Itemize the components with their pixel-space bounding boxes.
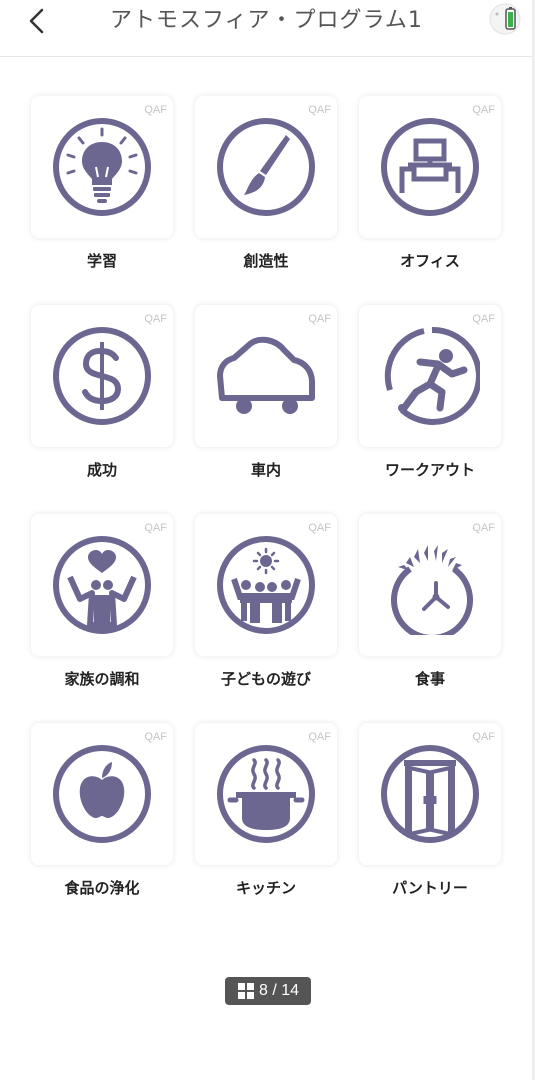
program-tile[interactable]: QAF: [31, 723, 173, 865]
cooking-pot-icon: [217, 745, 315, 843]
program-label: 学習: [86, 252, 117, 270]
program-car[interactable]: QAF 車内: [195, 305, 337, 514]
car-icon: [217, 336, 315, 414]
qaf-badge: QAF: [472, 731, 495, 743]
qaf-badge: QAF: [472, 313, 495, 325]
program-learning[interactable]: QAF 学習: [31, 96, 173, 305]
meal-icon: [391, 545, 473, 635]
program-tile[interactable]: QAF: [31, 305, 173, 447]
program-label: ワークアウト: [384, 461, 475, 479]
program-label: 創造性: [243, 252, 289, 270]
program-food-purification[interactable]: QAF 食品の浄化: [31, 723, 173, 932]
program-label: 食品の浄化: [64, 879, 140, 897]
app-header: アトモスフィア・プログラム1: [0, 0, 535, 57]
program-tile[interactable]: QAF: [31, 96, 173, 238]
program-creativity[interactable]: QAF 創造性: [195, 96, 337, 305]
qaf-badge: QAF: [308, 104, 331, 116]
qaf-badge: QAF: [144, 104, 167, 116]
program-grid: QAF 学習 QAF 創造性 QAF オフィス QAF 成功 QAF 車内 QA…: [31, 96, 501, 932]
program-children-play[interactable]: QAF 子どもの遊び: [195, 514, 337, 723]
program-label: 家族の調和: [64, 670, 140, 688]
program-label: パントリー: [392, 879, 468, 897]
children-sun-icon: [217, 536, 315, 634]
program-label: キッチン: [235, 879, 296, 897]
program-tile[interactable]: QAF: [31, 514, 173, 656]
lightbulb-icon: [53, 118, 151, 216]
qaf-badge: QAF: [472, 104, 495, 116]
page-indicator-text: 8 / 14: [258, 982, 300, 999]
qaf-badge: QAF: [308, 522, 331, 534]
family-heart-icon: [53, 536, 151, 634]
program-tile[interactable]: QAF: [359, 723, 501, 865]
program-meal[interactable]: QAF 食事: [359, 514, 501, 723]
program-kitchen[interactable]: QAF キッチン: [195, 723, 337, 932]
program-tile[interactable]: QAF: [359, 96, 501, 238]
apple-icon: [53, 745, 151, 843]
program-success[interactable]: QAF 成功: [31, 305, 173, 514]
program-office[interactable]: QAF オフィス: [359, 96, 501, 305]
program-tile[interactable]: QAF: [195, 96, 337, 238]
program-workout[interactable]: QAF ワークアウト: [359, 305, 501, 514]
qaf-badge: QAF: [308, 313, 331, 325]
paintbrush-icon: [217, 118, 315, 216]
program-label: オフィス: [400, 252, 460, 270]
qaf-badge: QAF: [144, 313, 167, 325]
page-indicator[interactable]: 8 / 14: [225, 977, 311, 1005]
program-tile[interactable]: QAF: [195, 514, 337, 656]
office-desk-icon: [381, 118, 479, 216]
running-person-icon: [384, 326, 480, 425]
program-label: 食事: [414, 670, 445, 688]
program-tile[interactable]: QAF: [195, 723, 337, 865]
program-pantry[interactable]: QAF パントリー: [359, 723, 501, 932]
program-label: 子どもの遊び: [220, 670, 311, 688]
program-family-harmony[interactable]: QAF 家族の調和: [31, 514, 173, 723]
chevron-left-icon[interactable]: [22, 6, 52, 36]
program-tile[interactable]: QAF: [195, 305, 337, 447]
program-tile[interactable]: QAF: [359, 514, 501, 656]
dollar-icon: [53, 327, 151, 425]
grid-icon: [237, 983, 254, 999]
qaf-badge: QAF: [308, 731, 331, 743]
qaf-badge: QAF: [144, 731, 167, 743]
qaf-badge: QAF: [472, 522, 495, 534]
page-title: アトモスフィア・プログラム1: [110, 8, 423, 33]
battery-icon: [489, 3, 521, 35]
program-tile[interactable]: QAF: [359, 305, 501, 447]
program-label: 車内: [250, 461, 281, 479]
program-label: 成功: [86, 461, 117, 479]
pantry-doors-icon: [381, 745, 479, 843]
qaf-badge: QAF: [144, 522, 167, 534]
